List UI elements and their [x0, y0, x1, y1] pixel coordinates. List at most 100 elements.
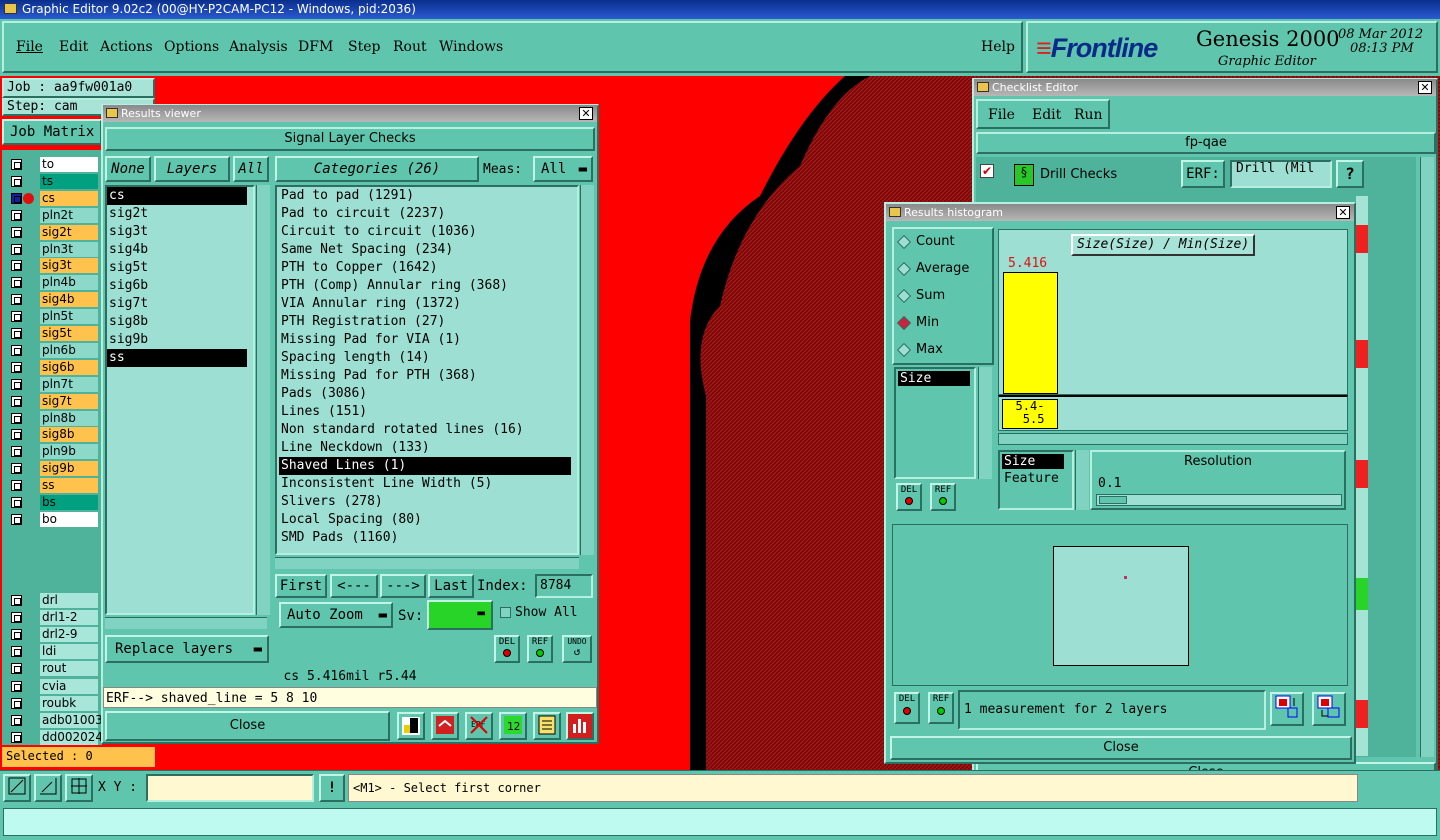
layer-row[interactable]: dd002024 — [8, 729, 103, 745]
category-item[interactable]: Line Neckdown (133) — [279, 439, 571, 457]
layer-name[interactable]: sig3t — [40, 258, 98, 274]
category-item[interactable]: Inconsistent Line Width (5) — [279, 475, 571, 493]
highlight-tool-icon[interactable] — [431, 712, 459, 740]
layer-checkbox[interactable] — [11, 361, 22, 373]
menu-actions[interactable]: Actions — [100, 39, 153, 55]
layer-checkbox[interactable] — [11, 611, 22, 623]
layer-name[interactable]: to — [40, 157, 98, 172]
erf-tool-icon[interactable]: ERF — [465, 712, 493, 740]
layers-button[interactable]: Layers — [154, 156, 230, 182]
results-close-button[interactable]: Close — [105, 711, 390, 741]
layer-row[interactable]: sig4b — [8, 292, 102, 308]
layer-checkbox[interactable] — [11, 731, 22, 743]
layer-name[interactable]: sig6b — [40, 359, 98, 375]
layer-checkbox[interactable] — [11, 681, 22, 692]
measure-item-size[interactable]: Size — [898, 371, 970, 386]
menu-windows[interactable]: Windows — [439, 39, 503, 55]
group-by-feature[interactable]: Feature — [1000, 471, 1072, 486]
layer-row[interactable]: sig7t — [8, 393, 102, 409]
layer-checkbox[interactable] — [11, 378, 22, 390]
layer-checkbox[interactable] — [11, 662, 22, 674]
menu-step[interactable]: Step — [348, 39, 380, 55]
meter-tool-icon[interactable] — [397, 712, 425, 740]
resolution-slider[interactable] — [1096, 494, 1342, 506]
group-by-scrollbar[interactable] — [1075, 450, 1089, 510]
category-item[interactable]: SMD Pads (1160) — [279, 529, 571, 547]
meas-dropdown[interactable]: All ▬ — [533, 156, 593, 182]
layer-name[interactable]: dd002024 — [40, 729, 103, 745]
layer-name[interactable]: pln6b — [40, 342, 98, 358]
layer-name[interactable]: drl2-9 — [40, 626, 98, 642]
measure-tool-icon[interactable] — [34, 774, 62, 802]
alert-button[interactable]: ! — [319, 774, 345, 802]
replace-layers-dropdown[interactable]: Replace layers ▬ — [105, 635, 269, 663]
layer-row[interactable]: cs — [8, 190, 102, 206]
layer-row[interactable]: pln4b — [8, 275, 102, 291]
layer-name[interactable]: cs — [40, 190, 98, 206]
layer-checkbox[interactable] — [11, 412, 22, 424]
category-item[interactable]: Circuit to circuit (1036) — [279, 223, 571, 241]
layer-row[interactable]: drl2-9 — [8, 626, 102, 642]
category-item[interactable]: Spacing length (14) — [279, 349, 571, 367]
erf-button[interactable]: ERF: — [1181, 160, 1225, 188]
index-input[interactable]: 8784 — [535, 574, 593, 598]
category-item[interactable]: Pad to pad (1291) — [279, 187, 571, 205]
mode-count-label[interactable]: Count — [916, 234, 955, 249]
layer-name[interactable]: pln2t — [40, 207, 98, 223]
mode-sum-label[interactable]: Sum — [916, 288, 945, 303]
menu-dfm[interactable]: DFM — [298, 39, 333, 55]
layer-row[interactable]: sig6b — [8, 359, 102, 375]
preview-ref-button[interactable]: REF — [928, 692, 954, 724]
layer-checkbox[interactable] — [11, 446, 22, 458]
export-icon-1[interactable] — [1270, 692, 1304, 726]
layer-checkbox[interactable] — [11, 628, 22, 640]
result-layer-item[interactable]: sig7t — [107, 295, 247, 313]
category-item[interactable]: VIA Annular ring (1372) — [279, 295, 571, 313]
layer-checkbox[interactable] — [11, 480, 22, 492]
layer-name[interactable]: sig2t — [40, 224, 98, 240]
layer-name[interactable]: ss — [40, 478, 98, 494]
undo-button[interactable]: UNDO ↺ — [562, 635, 592, 663]
histogram-chart[interactable]: Size(Size) / Min(Size) 5.416 — [998, 229, 1348, 395]
layer-row[interactable]: cvia — [8, 679, 102, 694]
menu-file[interactable]: File — [16, 39, 43, 55]
result-layer-item[interactable]: ss — [107, 349, 247, 367]
export-icon-2[interactable] — [1312, 692, 1346, 726]
zoom-tool-icon[interactable] — [3, 774, 31, 802]
categories-list[interactable]: Pad to pad (1291) Pad to circuit (2237) Ci… — [275, 185, 579, 555]
layer-row[interactable]: bo — [8, 511, 102, 527]
layer-name[interactable]: sig4b — [40, 292, 98, 308]
last-button[interactable]: Last — [428, 574, 474, 598]
result-layer-item[interactable]: cs — [107, 187, 247, 205]
layer-list-hscroll[interactable] — [105, 617, 267, 629]
layer-row[interactable]: bs — [8, 495, 102, 510]
layer-name[interactable]: sig9b — [40, 461, 98, 477]
category-item[interactable]: Shaved Lines (1) — [279, 457, 571, 475]
layer-row[interactable]: ts — [8, 173, 102, 189]
measure-list[interactable]: Size — [894, 367, 976, 479]
layer-checkbox[interactable] — [11, 429, 22, 441]
layer-name[interactable]: sig8b — [40, 427, 98, 443]
layer-name[interactable]: ldi — [40, 643, 98, 659]
layer-checkbox[interactable] — [11, 159, 22, 170]
category-item[interactable]: Non standard rotated lines (16) — [279, 421, 571, 439]
layer-checkbox[interactable] — [11, 209, 22, 221]
category-item[interactable]: Missing Pad for VIA (1) — [279, 331, 571, 349]
layer-checkbox[interactable] — [11, 260, 22, 272]
layer-list-scrollbar[interactable] — [256, 185, 270, 615]
layer-name[interactable]: adb01003 — [40, 712, 103, 728]
menu-analysis[interactable]: Analysis — [229, 39, 288, 55]
report-tool-icon[interactable] — [533, 712, 561, 740]
ref-button[interactable]: REF — [527, 635, 553, 663]
layer-checkbox[interactable] — [11, 714, 22, 726]
layer-row[interactable]: pln2t — [8, 207, 102, 223]
layer-checkbox[interactable] — [11, 294, 22, 306]
hist-del-button[interactable]: DEL — [896, 483, 922, 511]
layer-checkbox[interactable] — [11, 395, 22, 407]
del-button[interactable]: DEL — [494, 635, 520, 663]
layer-row[interactable]: sig2t — [8, 224, 102, 240]
layer-row[interactable]: pln5t — [8, 309, 102, 325]
layer-row[interactable]: drl1-2 — [8, 609, 102, 625]
layer-name[interactable]: pln5t — [40, 309, 98, 325]
category-item[interactable]: PTH Registration (27) — [279, 313, 571, 331]
